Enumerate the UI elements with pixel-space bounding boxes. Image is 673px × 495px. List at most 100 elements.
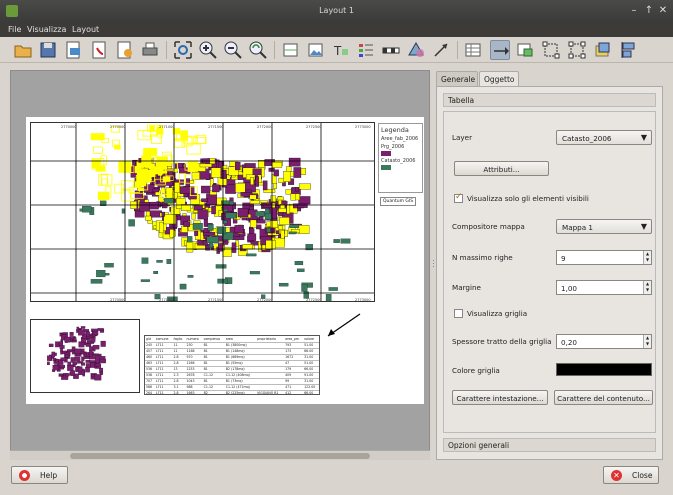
show-grid-checkbox[interactable] xyxy=(454,309,463,318)
add-map-icon[interactable] xyxy=(281,40,301,60)
menu-file[interactable]: File xyxy=(8,25,21,34)
overview-parcel xyxy=(62,332,68,335)
spin-arrows-icon[interactable]: ▲ ▼ xyxy=(643,281,651,294)
parcel xyxy=(140,279,150,282)
close-window-button[interactable]: ✕ xyxy=(657,5,669,17)
tab-generale[interactable]: Generale xyxy=(436,71,478,87)
overview-parcel xyxy=(59,373,63,377)
menu-visualizza[interactable]: Visualizza xyxy=(27,25,66,34)
open-template-icon[interactable] xyxy=(13,40,33,60)
parcel xyxy=(265,240,276,250)
parcel xyxy=(201,198,209,202)
overview-parcel xyxy=(64,336,71,343)
zoom-out-icon[interactable] xyxy=(223,40,243,60)
help-icon xyxy=(19,470,30,481)
overview-parcel xyxy=(60,351,63,355)
grid-stroke-spinbox[interactable]: 0,20 ▲ ▼ xyxy=(556,334,652,349)
margin-spinbox[interactable]: 1,00 ▲ ▼ xyxy=(556,280,652,295)
parcel xyxy=(153,271,159,274)
section-tabella[interactable]: Tabella xyxy=(443,93,656,107)
minimize-button[interactable]: – xyxy=(628,5,640,17)
parcel xyxy=(104,263,114,268)
align-items-icon[interactable] xyxy=(619,40,639,60)
parcel xyxy=(237,207,249,218)
spin-arrows-icon[interactable]: ▲ ▼ xyxy=(643,251,651,264)
arrow-item[interactable] xyxy=(322,312,362,342)
max-rows-spinbox[interactable]: 9 ▲ ▼ xyxy=(556,250,652,265)
overview-parcel xyxy=(47,355,52,361)
add-arrow-icon[interactable] xyxy=(431,40,451,60)
zoom-full-icon[interactable] xyxy=(173,40,193,60)
parcel xyxy=(280,230,285,239)
export-image-icon[interactable] xyxy=(64,40,84,60)
parcel xyxy=(164,198,174,204)
print-icon[interactable] xyxy=(140,40,160,60)
menu-layout[interactable]: Layout xyxy=(72,25,99,34)
group-items-icon[interactable] xyxy=(541,40,561,60)
attributes-button[interactable]: Attributi... xyxy=(454,161,549,176)
add-table-icon[interactable] xyxy=(463,40,483,60)
spin-arrows-icon[interactable]: ▲ ▼ xyxy=(643,335,651,348)
canvas-horizontal-scrollbar[interactable] xyxy=(10,450,430,460)
add-image-icon[interactable] xyxy=(306,40,326,60)
ungroup-items-icon[interactable] xyxy=(567,40,587,60)
zoom-in-icon[interactable] xyxy=(198,40,218,60)
help-button[interactable]: Help xyxy=(11,466,68,484)
parcel xyxy=(179,186,191,195)
legend-swatch-prg xyxy=(381,151,391,156)
composer-map-combo[interactable]: Mappa 1 ▼ xyxy=(556,219,652,234)
add-legend-icon[interactable] xyxy=(356,40,376,60)
grid-color-button[interactable] xyxy=(556,363,652,376)
legend-entry-catasto: Catasto_2006 xyxy=(381,158,416,164)
maximize-button[interactable]: ↑ xyxy=(643,5,655,17)
help-label: Help xyxy=(40,471,58,480)
attribute-table-item[interactable]: gid comune foglio numero compenso area proprie… xyxy=(144,335,320,395)
select-move-item-icon[interactable] xyxy=(490,40,510,60)
add-scalebar-icon[interactable] xyxy=(381,40,401,60)
item-properties-panel: Tabella Layer Catasto_2006 ▼ Attributi..… xyxy=(436,86,663,460)
parcel xyxy=(264,213,272,220)
legend-item[interactable]: Legenda Aree_fab_2006 Prg_2006 Catasto_2… xyxy=(378,123,423,193)
export-pdf-icon[interactable] xyxy=(90,40,110,60)
save-template-icon[interactable] xyxy=(38,40,58,60)
add-label-icon[interactable]: T xyxy=(331,40,351,60)
add-shape-icon[interactable] xyxy=(406,40,426,60)
section-opzioni-generali[interactable]: Opzioni generali xyxy=(443,438,656,452)
parcel xyxy=(296,268,305,272)
parcel xyxy=(250,177,254,185)
parcel xyxy=(178,232,188,237)
layer-combo[interactable]: Catasto_2006 ▼ xyxy=(556,130,652,145)
map-item-main[interactable]: 2770000 2770500 2771000 2771500 2772000 27725… xyxy=(30,122,375,302)
parcel xyxy=(225,212,237,219)
visible-only-label: Visualizza solo gli elementi visibili xyxy=(467,194,589,203)
parcel xyxy=(211,206,216,215)
label-item-quantum-gis[interactable]: Quantum GIS xyxy=(380,197,417,206)
parcel xyxy=(128,219,135,227)
table-cell: 2.8 xyxy=(172,390,186,394)
tab-oggetto[interactable]: Oggetto xyxy=(479,71,519,87)
panel-splitter[interactable] xyxy=(432,70,435,460)
overview-parcel xyxy=(69,332,74,336)
overview-parcel xyxy=(100,340,106,347)
close-button[interactable]: ✕ Close xyxy=(603,466,659,484)
overview-parcel xyxy=(74,348,82,354)
overview-parcel xyxy=(99,358,106,364)
composer-canvas[interactable]: 2770000 2770500 2771000 2771500 2772000 27725… xyxy=(10,70,430,460)
export-svg-icon[interactable] xyxy=(115,40,135,60)
header-font-button[interactable]: Carattere intestazione... xyxy=(452,390,548,405)
overview-parcel xyxy=(85,343,92,347)
scrollbar-thumb[interactable] xyxy=(70,453,370,459)
move-content-icon[interactable] xyxy=(515,40,535,60)
table-cell: B2 (225mq) xyxy=(224,390,257,394)
refresh-view-icon[interactable] xyxy=(248,40,268,60)
parcel xyxy=(144,215,152,221)
parcel xyxy=(97,191,110,201)
content-font-button[interactable]: Carattere del contenuto... xyxy=(554,390,653,405)
main-map-svg: 2770000 2770500 2771000 2771500 2772000 27725… xyxy=(31,123,374,301)
visible-only-checkbox[interactable] xyxy=(454,192,463,203)
table-cell: 66.00 xyxy=(303,390,319,394)
raise-items-icon[interactable] xyxy=(593,40,613,60)
map-item-overview[interactable] xyxy=(30,319,140,393)
parcel xyxy=(134,165,142,174)
parcel xyxy=(114,144,121,150)
